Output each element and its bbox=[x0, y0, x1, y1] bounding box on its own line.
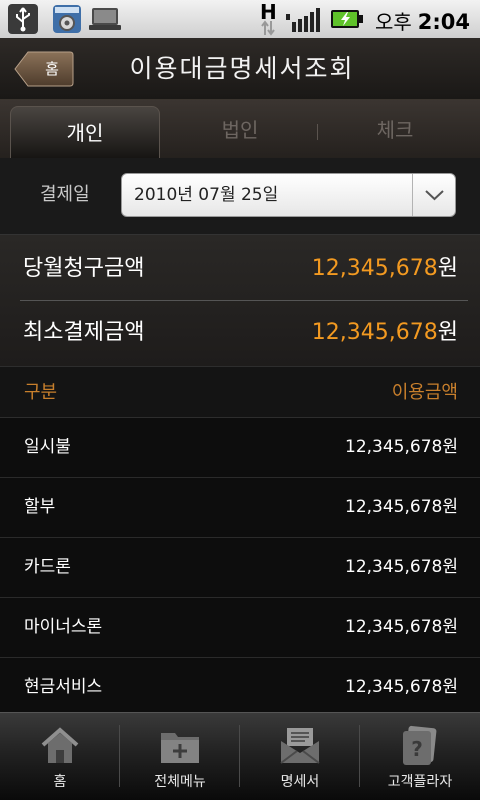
billing-summary: 당월청구금액 12,345,678원 최소결제금액 12,345,678원 bbox=[0, 234, 480, 366]
signal-icon bbox=[286, 8, 320, 32]
nav-all-menu[interactable]: 전체메뉴 bbox=[120, 713, 240, 800]
list-item-label: 할부 bbox=[24, 497, 56, 517]
battery-charging-icon bbox=[331, 10, 363, 28]
usb-icon bbox=[8, 4, 38, 34]
payment-date-select[interactable]: 2010년 07월 25일 bbox=[121, 173, 456, 217]
list-item-label: 카드론 bbox=[24, 557, 71, 577]
tab-divider bbox=[317, 124, 318, 140]
column-header-amount: 이용금액 bbox=[391, 382, 458, 403]
payment-date-label: 결제일 bbox=[40, 184, 90, 205]
dropdown-button[interactable] bbox=[412, 174, 455, 216]
usage-list: 일시불 12,345,678원 할부 12,345,678원 카드론 12,34… bbox=[0, 418, 480, 712]
list-item[interactable]: 일시불 12,345,678원 bbox=[0, 418, 480, 478]
clock-time: 2:04 bbox=[417, 10, 470, 34]
svg-text:?: ? bbox=[411, 737, 423, 761]
nav-all-menu-label: 전체메뉴 bbox=[154, 774, 206, 790]
billing-amount: 12,345,678원 bbox=[312, 237, 458, 301]
nav-customer-plaza[interactable]: ? 고객플라자 bbox=[360, 713, 480, 800]
tab-personal[interactable]: 개인 bbox=[10, 106, 160, 158]
list-item-amount: 12,345,678원 bbox=[345, 497, 458, 517]
chevron-down-icon bbox=[425, 190, 444, 201]
status-bar: H 오후 2:04 bbox=[0, 0, 480, 38]
network-arrows-icon bbox=[261, 20, 275, 36]
tab-check[interactable]: 체크 bbox=[320, 100, 470, 158]
page-title: 이용대금명세서조회 bbox=[129, 54, 355, 83]
minimum-payment-label: 최소결제금액 bbox=[23, 320, 145, 345]
list-item-amount: 12,345,678원 bbox=[345, 437, 458, 457]
list-item[interactable]: 할부 12,345,678원 bbox=[0, 478, 480, 538]
title-bar: 홈 이용대금명세서조회 bbox=[0, 38, 480, 100]
apps-icon bbox=[53, 5, 81, 33]
help-icon: ? bbox=[403, 725, 437, 765]
list-header: 구분 이용금액 bbox=[0, 366, 480, 418]
list-item-label: 마이너스론 bbox=[24, 617, 103, 637]
payment-date-row: 결제일 2010년 07월 25일 bbox=[0, 158, 480, 234]
list-item[interactable]: 마이너스론 12,345,678원 bbox=[0, 598, 480, 658]
list-item-amount: 12,345,678원 bbox=[345, 557, 458, 577]
nav-statement-label: 명세서 bbox=[280, 774, 320, 790]
list-item[interactable]: 현금서비스 12,345,678원 bbox=[0, 658, 480, 712]
billing-amount-value: 12,345,678 bbox=[311, 256, 438, 281]
nav-customer-plaza-label: 고객플라자 bbox=[387, 774, 453, 790]
home-icon bbox=[41, 727, 79, 763]
clock: 오후 2:04 bbox=[374, 6, 470, 34]
payment-date-value: 2010년 07월 25일 bbox=[134, 185, 279, 205]
column-header-category: 구분 bbox=[24, 382, 58, 403]
nav-home-label: 홈 bbox=[53, 774, 67, 790]
tab-corporate[interactable]: 법인 bbox=[165, 100, 315, 158]
folder-plus-icon bbox=[161, 733, 199, 763]
network-type-label: H bbox=[260, 0, 277, 24]
billing-amount-label: 당월청구금액 bbox=[23, 256, 145, 281]
list-item-label: 현금서비스 bbox=[24, 677, 103, 697]
nav-statement[interactable]: 명세서 bbox=[240, 713, 360, 800]
laptop-icon bbox=[89, 8, 121, 30]
tab-bar: 개인 법인 체크 bbox=[0, 100, 480, 158]
list-item-amount: 12,345,678원 bbox=[345, 677, 458, 697]
envelope-icon bbox=[280, 728, 320, 764]
minimum-payment: 12,345,678원 bbox=[312, 301, 458, 365]
minimum-payment-row: 최소결제금액 12,345,678원 bbox=[20, 301, 468, 365]
list-item-amount: 12,345,678원 bbox=[345, 617, 458, 637]
bottom-navigation: 홈 전체메뉴 명세서 ? 고객플라자 bbox=[0, 712, 480, 800]
minimum-payment-value: 12,345,678 bbox=[311, 320, 438, 345]
list-item-label: 일시불 bbox=[24, 437, 71, 457]
minimum-payment-unit: 원 bbox=[437, 320, 458, 345]
list-item[interactable]: 카드론 12,345,678원 bbox=[0, 538, 480, 598]
billing-amount-unit: 원 bbox=[437, 256, 458, 281]
nav-home[interactable]: 홈 bbox=[0, 713, 120, 800]
clock-ampm: 오후 bbox=[374, 10, 412, 34]
billing-amount-row: 당월청구금액 12,345,678원 bbox=[20, 237, 468, 301]
